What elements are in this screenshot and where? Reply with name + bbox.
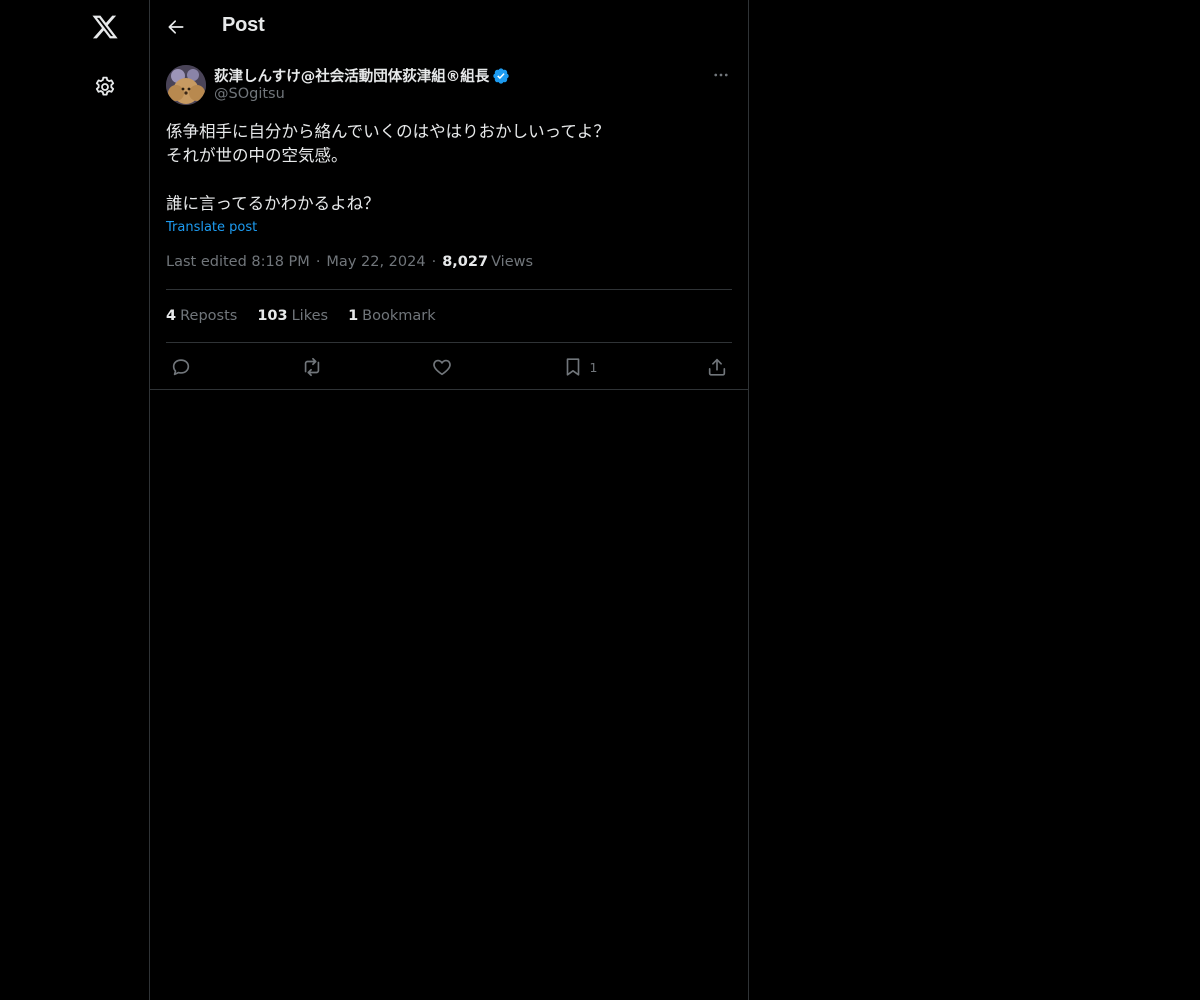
- post-detail: 荻津しんすけ@社会活動団体荻津組®組長 @SOgitsu 係争相手に自分から絡ん…: [150, 54, 748, 391]
- main-column: Post 荻津しんすけ@社会活動団体荻津組®組長 @SOgitsu 係争相手に自…: [149, 0, 749, 1000]
- post-meta: Last edited 8:18 PM · May 22, 2024 · 8,0…: [166, 251, 732, 273]
- meta-separator: ·: [315, 254, 321, 270]
- bookmarks-count: 1: [348, 308, 359, 324]
- author-handle[interactable]: @SOgitsu: [214, 86, 285, 102]
- meta-separator: ·: [431, 254, 437, 270]
- bookmark-count: 1: [589, 359, 598, 375]
- reply-button[interactable]: [170, 356, 192, 378]
- left-navigation: [0, 0, 150, 1000]
- translate-post-link[interactable]: Translate post: [166, 220, 257, 235]
- author-row: 荻津しんすけ@社会活動団体荻津組®組長 @SOgitsu: [166, 54, 732, 110]
- post-date[interactable]: May 22, 2024: [326, 254, 425, 270]
- likes-label: Likes: [291, 308, 329, 324]
- share-icon: [708, 358, 726, 376]
- reposts-stat[interactable]: 4 Reposts: [166, 308, 237, 324]
- bookmarks-stat[interactable]: 1 Bookmark: [348, 308, 436, 324]
- engagement-stats: 4 Reposts 103 Likes 1 Bookmark: [166, 290, 732, 342]
- more-horizontal-icon: [714, 73, 728, 77]
- likes-count: 103: [257, 308, 288, 324]
- views-count: 8,027: [442, 254, 489, 270]
- share-button[interactable]: [706, 356, 728, 378]
- bookmarks-label: Bookmark: [362, 308, 436, 324]
- settings-button[interactable]: [81, 63, 129, 111]
- likes-stat[interactable]: 103 Likes: [257, 308, 328, 324]
- x-logo-button[interactable]: [81, 3, 129, 51]
- more-options-button[interactable]: [710, 64, 732, 86]
- reposts-count: 4: [166, 308, 177, 324]
- repost-button[interactable]: [301, 356, 323, 378]
- avatar-image: [166, 65, 206, 105]
- author-name[interactable]: 荻津しんすけ@社会活動団体荻津組®組長: [214, 65, 489, 86]
- avatar[interactable]: [166, 65, 206, 105]
- edited-time[interactable]: Last edited 8:18 PM: [166, 254, 310, 270]
- post-bottom-divider: [150, 389, 748, 390]
- back-button[interactable]: [158, 9, 194, 45]
- page-title: Post: [222, 14, 265, 36]
- author-name-wrap: 荻津しんすけ@社会活動団体荻津組®組長: [214, 65, 510, 86]
- verified-badge-icon[interactable]: [492, 67, 510, 85]
- arrow-left-icon: [168, 20, 184, 34]
- action-bar: 1: [166, 343, 732, 391]
- bookmark-icon: [566, 358, 579, 376]
- reposts-label: Reposts: [180, 308, 238, 324]
- bookmark-button[interactable]: 1: [562, 356, 598, 378]
- heart-icon: [433, 359, 451, 376]
- repost-icon: [304, 357, 319, 377]
- views-label: Views: [491, 254, 534, 270]
- like-button[interactable]: [431, 356, 453, 378]
- gear-icon: [95, 76, 115, 96]
- post-text: 係争相手に自分から絡んでいくのはやはりおかしいってよ？ それが世の中の空気感。 …: [166, 122, 610, 213]
- x-logo-icon: [92, 15, 118, 39]
- top-bar: Post: [150, 0, 748, 54]
- reply-icon: [172, 359, 190, 376]
